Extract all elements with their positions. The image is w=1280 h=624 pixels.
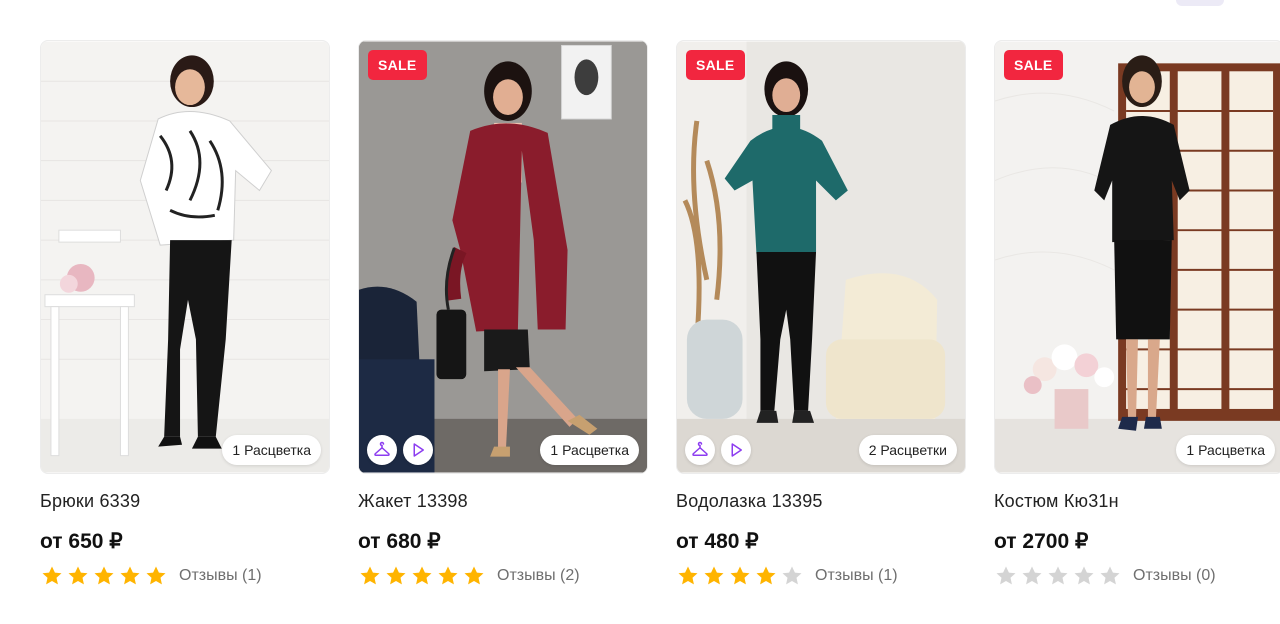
- rating-row: Отзывы (1): [40, 564, 330, 588]
- product-photo[interactable]: 1 Расцветка: [40, 40, 330, 474]
- reviews-link[interactable]: Отзывы (2): [497, 567, 580, 585]
- star-filled-icon: [146, 566, 166, 585]
- product-title[interactable]: Брюки 6339: [40, 490, 330, 512]
- product-title[interactable]: Костюм Кю31н: [994, 490, 1280, 512]
- product-price: от 650 ₽: [40, 530, 123, 553]
- star-filled-icon: [730, 566, 750, 585]
- product-price: от 2700 ₽: [994, 530, 1089, 553]
- product-title[interactable]: Жакет 13398: [358, 490, 648, 512]
- star-empty-icon: [1074, 566, 1094, 585]
- star-filled-icon: [464, 566, 484, 585]
- star-filled-icon: [678, 566, 698, 585]
- product-photo[interactable]: SALE 2 Расцветки: [676, 40, 966, 474]
- play-video-icon[interactable]: [403, 435, 433, 465]
- star-filled-icon: [438, 566, 458, 585]
- model-photo-trousers: [41, 41, 329, 473]
- rating-stars: [994, 564, 1122, 588]
- product-card[interactable]: SALE 1 Расцветка Жакет 13398 от 680 ₽ От…: [358, 40, 648, 588]
- hanger-icon[interactable]: [367, 435, 397, 465]
- variants-badge[interactable]: 1 Расцветка: [1176, 435, 1275, 465]
- star-filled-icon: [68, 566, 88, 585]
- star-filled-icon: [120, 566, 140, 585]
- rating-stars: [358, 564, 486, 588]
- product-grid: 1 Расцветка Брюки 6339 от 650 ₽ Отзывы (…: [40, 40, 1280, 600]
- model-photo-turtleneck: [677, 41, 965, 473]
- play-video-icon[interactable]: [721, 435, 751, 465]
- star-filled-icon: [360, 566, 380, 585]
- star-filled-icon: [756, 566, 776, 585]
- star-filled-icon: [704, 566, 724, 585]
- sale-badge: SALE: [686, 50, 745, 80]
- product-title[interactable]: Водолазка 13395: [676, 490, 966, 512]
- variants-badge[interactable]: 1 Расцветка: [540, 435, 639, 465]
- product-photo[interactable]: SALE 1 Расцветка: [358, 40, 648, 474]
- star-filled-icon: [386, 566, 406, 585]
- sale-badge: SALE: [1004, 50, 1063, 80]
- star-empty-icon: [782, 566, 802, 585]
- model-photo-suit: [995, 41, 1280, 473]
- product-price: от 480 ₽: [676, 530, 759, 553]
- model-photo-jacket: [359, 41, 647, 473]
- reviews-link[interactable]: Отзывы (1): [179, 567, 262, 585]
- rating-row: Отзывы (0): [994, 564, 1280, 588]
- hanger-icon[interactable]: [685, 435, 715, 465]
- product-card[interactable]: SALE 2 Расцветки Водолазка 13395 от 480 …: [676, 40, 966, 588]
- product-card[interactable]: SALE 1 Расцветка Костюм Кю31н от 2700 ₽ …: [994, 40, 1280, 588]
- feature-badges: [367, 435, 433, 465]
- reviews-link[interactable]: Отзывы (1): [815, 567, 898, 585]
- feature-badges: [685, 435, 751, 465]
- scroll-nav-button[interactable]: [1176, 0, 1224, 6]
- rating-row: Отзывы (2): [358, 564, 648, 588]
- rating-row: Отзывы (1): [676, 564, 966, 588]
- product-photo[interactable]: SALE 1 Расцветка: [994, 40, 1280, 474]
- star-filled-icon: [412, 566, 432, 585]
- product-card[interactable]: 1 Расцветка Брюки 6339 от 650 ₽ Отзывы (…: [40, 40, 330, 588]
- star-empty-icon: [1048, 566, 1068, 585]
- variants-badge[interactable]: 1 Расцветка: [222, 435, 321, 465]
- star-filled-icon: [94, 566, 114, 585]
- sale-badge: SALE: [368, 50, 427, 80]
- rating-stars: [676, 564, 804, 588]
- star-empty-icon: [1022, 566, 1042, 585]
- reviews-link[interactable]: Отзывы (0): [1133, 567, 1216, 585]
- rating-stars: [40, 564, 168, 588]
- star-empty-icon: [996, 566, 1016, 585]
- star-filled-icon: [42, 566, 62, 585]
- variants-badge[interactable]: 2 Расцветки: [858, 435, 957, 465]
- product-price: от 680 ₽: [358, 530, 441, 553]
- star-empty-icon: [1100, 566, 1120, 585]
